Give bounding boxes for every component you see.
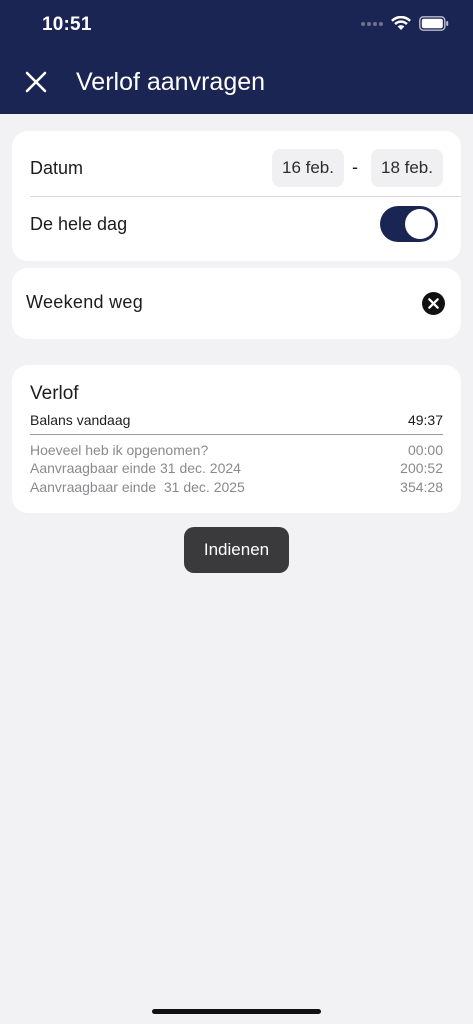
leave-title: Verlof — [30, 383, 79, 404]
leave-row-label: Hoeveel heb ik opgenomen? — [30, 442, 209, 458]
divider — [30, 196, 461, 197]
leave-balance-card: Verlof Balans vandaag 49:37 Hoeveel heb … — [12, 365, 461, 513]
wifi-icon — [391, 16, 411, 30]
date-card: Datum 16 feb. - 18 feb. De hele dag — [12, 131, 461, 261]
battery-icon — [419, 16, 449, 31]
home-indicator — [152, 1009, 321, 1014]
whole-day-toggle[interactable] — [380, 206, 438, 242]
clear-icon — [422, 292, 445, 315]
leave-row-label: Aanvraagbaar einde 31 dec. 2024 — [30, 460, 241, 476]
start-date-picker[interactable]: 16 feb. — [272, 149, 344, 187]
divider — [30, 434, 443, 435]
leave-row-value: 00:00 — [407, 442, 443, 458]
status-time: 10:51 — [42, 14, 92, 35]
balance-label: Balans vandaag — [30, 412, 131, 428]
leave-row-2025: Aanvraagbaar einde 31 dec. 2025 354:28 — [30, 479, 443, 495]
leave-row-value: 354:28 — [400, 479, 443, 495]
submit-button[interactable]: Indienen — [184, 527, 289, 573]
clear-note-button[interactable] — [422, 292, 445, 315]
whole-day-label: De hele dag — [30, 214, 128, 234]
note-input[interactable]: Weekend weg — [26, 292, 143, 313]
status-icons — [361, 16, 449, 31]
close-icon — [25, 71, 47, 93]
date-label: Datum — [30, 158, 84, 178]
cellular-signal-icon — [361, 21, 383, 26]
header-bar: 10:51 Verlof aanvragen — [0, 0, 473, 114]
end-date-picker[interactable]: 18 feb. — [371, 149, 443, 187]
leave-row-taken: Hoeveel heb ik opgenomen? 00:00 — [30, 442, 443, 458]
balance-value: 49:37 — [407, 412, 443, 428]
close-button[interactable] — [20, 66, 52, 98]
date-separator: - — [352, 157, 358, 177]
leave-row-value: 200:52 — [400, 460, 443, 476]
leave-row-2024: Aanvraagbaar einde 31 dec. 2024 200:52 — [30, 460, 443, 476]
toggle-knob — [405, 209, 435, 239]
leave-row-label: Aanvraagbaar einde 31 dec. 2025 — [30, 479, 245, 495]
page-title: Verlof aanvragen — [76, 68, 266, 96]
note-card: Weekend weg — [12, 268, 461, 339]
